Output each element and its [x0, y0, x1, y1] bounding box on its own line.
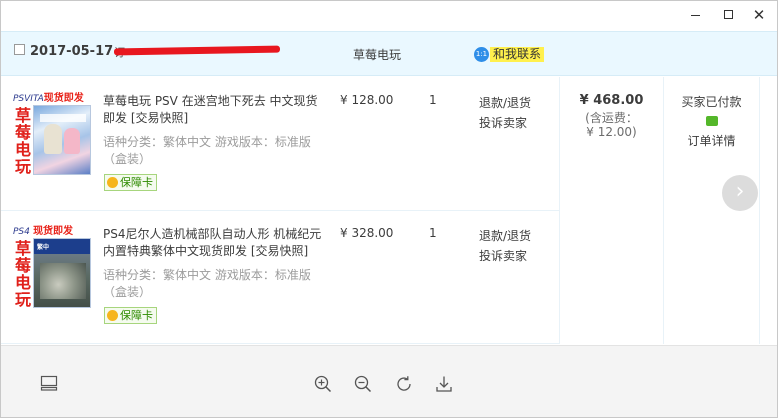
column-divider [759, 77, 760, 344]
order-total: ¥ 468.00 [579, 93, 644, 108]
guarantee-card-badge[interactable]: 保障卡 [104, 174, 157, 191]
order-detail-link[interactable]: 订单详情 [664, 132, 759, 149]
message-icon[interactable] [705, 116, 718, 126]
order-item-row: PS4 现货即发 草莓电玩 繁中 PS4尼尔人造机械部队自动人形 机械纪元 内置… [1, 210, 559, 344]
complain-link[interactable]: 投诉卖家 [479, 113, 531, 133]
next-image-button[interactable]: › [722, 175, 758, 211]
order-item-row: PSVITA现货即发 草莓电玩 草莓电玩 PSV 在迷宫地下死去 中文现货即发 … [1, 77, 559, 211]
zoom-in-icon[interactable] [314, 375, 334, 395]
item-spec: 语种分类：繁体中文 游戏版本：标准版（盒装） [103, 268, 311, 299]
minimize-icon[interactable] [685, 5, 705, 25]
thumbnail-tag: PS4 现货即发 [13, 226, 74, 237]
order-number-redaction [113, 45, 281, 56]
zoom-out-icon[interactable] [354, 375, 374, 395]
viewer-toolbar [1, 345, 777, 417]
item-price: ¥ 128.00 [340, 93, 394, 107]
contact-seller-label: 和我联系 [490, 47, 545, 62]
game-cover-image: 繁中 [33, 238, 91, 308]
guarantee-icon [107, 310, 118, 321]
item-spec: 语种分类：繁体中文 游戏版本：标准版（盒装） [103, 135, 311, 166]
order-total-cell: ¥ 468.00 (含运费： ¥ 12.00) [560, 77, 663, 139]
game-cover-image [33, 105, 91, 175]
thumbnail-tag: PSVITA现货即发 [13, 93, 84, 104]
contact-seller-button[interactable]: 1:1 和我联系 [474, 47, 545, 63]
image-viewer-window: ✕ 2017-05-17 订 草莓电玩 1:1和我联系 PSVITA现货即发 草… [0, 0, 778, 418]
item-quantity: 1 [429, 226, 437, 240]
thumbnail-shop-watermark: 草莓电玩 [14, 106, 31, 176]
item-actions: 退款/退货 投诉卖家 [479, 226, 531, 266]
item-quantity: 1 [429, 93, 437, 107]
shipping-fee: (含运费： ¥ 12.00) [585, 111, 638, 139]
thumbnail-shop-watermark: 草莓电玩 [14, 239, 31, 309]
order-date: 2017-05-17 [30, 44, 114, 59]
order-select-checkbox[interactable] [14, 44, 25, 55]
item-actions: 退款/退货 投诉卖家 [479, 93, 531, 133]
shop-name-link[interactable]: 草莓电玩 [353, 46, 401, 63]
layout-icon[interactable] [40, 375, 60, 395]
order-body: PSVITA现货即发 草莓电玩 草莓电玩 PSV 在迷宫地下死去 中文现货即发 … [1, 77, 777, 345]
title-bar: ✕ [1, 1, 777, 29]
item-price: ¥ 328.00 [340, 226, 394, 240]
order-status: 买家已付款 [681, 95, 742, 109]
refund-link[interactable]: 退款/退货 [479, 93, 531, 113]
order-status-cell: 买家已付款 订单详情 [664, 77, 759, 149]
wangwang-chat-icon: 1:1 [474, 47, 489, 62]
close-icon[interactable]: ✕ [749, 5, 769, 25]
item-title-link[interactable]: 草莓电玩 PSV 在迷宫地下死去 中文现货即发 [交易快照] [103, 93, 325, 127]
order-header: 2017-05-17 订 草莓电玩 1:1和我联系 [1, 31, 777, 76]
item-title-link[interactable]: PS4尼尔人造机械部队自动人形 机械纪元 内置特典繁体中文现货即发 [交易快照] [103, 226, 325, 260]
item-thumbnail[interactable]: PS4 现货即发 草莓电玩 繁中 [13, 226, 93, 310]
guarantee-card-badge[interactable]: 保障卡 [104, 307, 157, 324]
rotate-icon[interactable] [395, 375, 415, 395]
guarantee-icon [107, 177, 118, 188]
refund-link[interactable]: 退款/退货 [479, 226, 531, 246]
maximize-icon[interactable] [718, 5, 738, 25]
download-icon[interactable] [435, 375, 455, 395]
item-thumbnail[interactable]: PSVITA现货即发 草莓电玩 [13, 93, 93, 177]
complain-link[interactable]: 投诉卖家 [479, 246, 531, 266]
